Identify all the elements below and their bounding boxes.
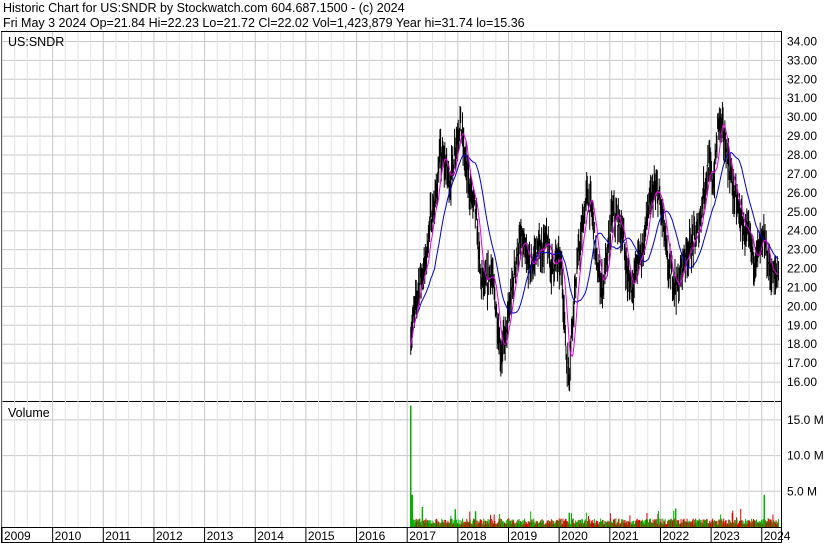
year-tick-label: 2019: [511, 529, 538, 543]
year-tick-label: 2010: [55, 529, 82, 543]
price-tick-label: 25.00: [787, 205, 817, 219]
price-tick-label: 22.00: [787, 262, 817, 276]
year-tick-label: 2017: [409, 529, 436, 543]
year-tick-label: 2021: [612, 529, 639, 543]
year-tick-label: 2015: [308, 529, 335, 543]
volume-panel: [1, 401, 782, 528]
price-panel: [1, 31, 782, 402]
year-tick-label: 2024: [764, 529, 791, 543]
year-tick-label: 2014: [257, 529, 284, 543]
price-tick-label: 19.00: [787, 318, 817, 332]
price-tick-label: 23.00: [787, 243, 817, 257]
volume-axis: 5.0 M 10.0 M 15.0 M: [787, 413, 824, 498]
price-tick-label: 18.00: [787, 337, 817, 351]
price-tick-label: 26.00: [787, 186, 817, 200]
year-tick-label: 2022: [662, 529, 689, 543]
volume-panel-label: Volume: [8, 406, 50, 420]
year-tick-label: 2023: [713, 529, 740, 543]
volume-tick-label: 15.0 M: [787, 413, 824, 427]
price-tick-label: 34.00: [787, 34, 817, 48]
price-tick-label: 16.00: [787, 375, 817, 389]
year-tick-label: 2016: [359, 529, 386, 543]
year-tick-label: 2013: [207, 529, 234, 543]
price-tick-label: 28.00: [787, 148, 817, 162]
price-tick-label: 21.00: [787, 280, 817, 294]
price-tick-label: 17.00: [787, 356, 817, 370]
year-tick-label: 2011: [105, 529, 131, 543]
year-tick-label: 2018: [460, 529, 487, 543]
price-tick-label: 31.00: [787, 91, 817, 105]
volume-tick-label: 10.0 M: [787, 449, 824, 463]
price-tick-label: 27.00: [787, 167, 817, 181]
price-axis: 16.00 17.00 18.00 19.00 20.00 21.00 22.00 23.00…: [787, 34, 817, 389]
year-tick-label: 2012: [156, 529, 183, 543]
price-tick-label: 20.00: [787, 299, 817, 313]
price-tick-label: 32.00: [787, 72, 817, 86]
volume-tick-label: 5.0 M: [787, 484, 817, 498]
price-tick-label: 29.00: [787, 129, 817, 143]
price-tick-label: 24.00: [787, 224, 817, 238]
price-tick-label: 30.00: [787, 110, 817, 124]
year-tick-label: 2020: [561, 529, 588, 543]
price-panel-label: US:SNDR: [8, 35, 64, 49]
year-tick-label: 2009: [4, 529, 31, 543]
stock-chart: 16.00 17.00 18.00 19.00 20.00 21.00 22.00 23.00…: [1, 31, 824, 543]
price-tick-label: 33.00: [787, 53, 817, 67]
